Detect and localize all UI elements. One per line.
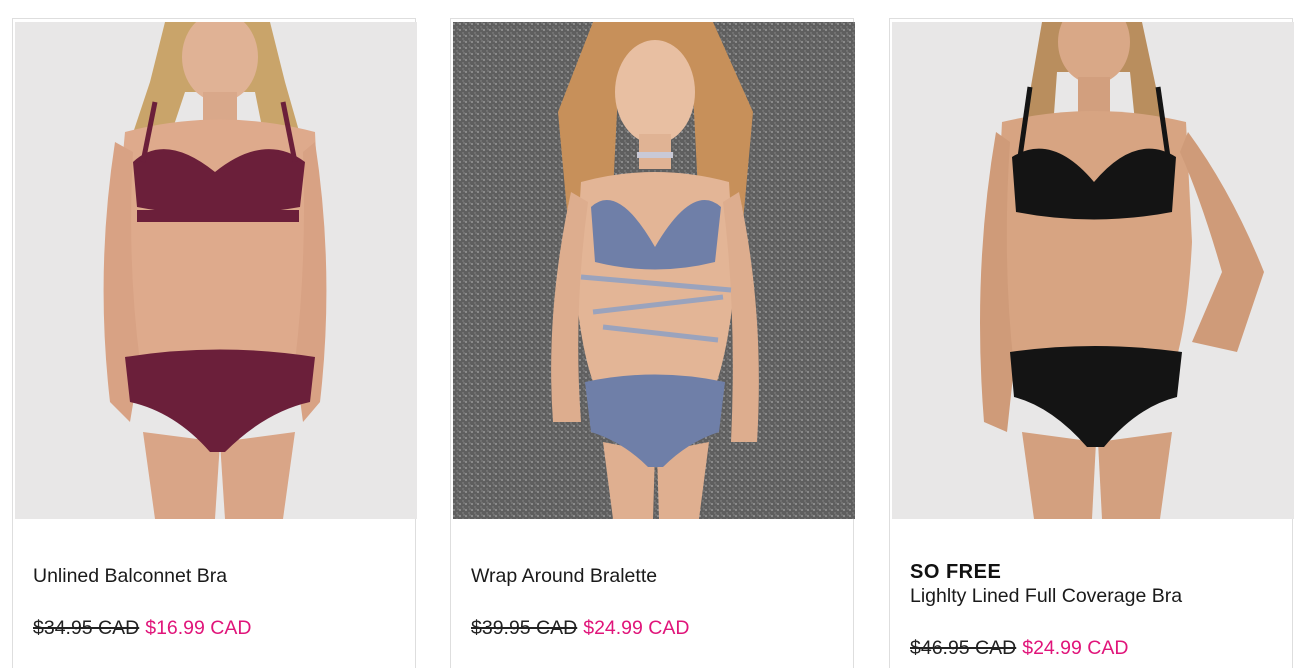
product-name[interactable]: Lighlty Lined Full Coverage Bra bbox=[910, 585, 1182, 608]
product-card[interactable]: SO FREE Lighlty Lined Full Coverage Bra … bbox=[889, 18, 1294, 668]
sale-price: $16.99 CAD bbox=[145, 617, 252, 639]
product-image[interactable] bbox=[453, 22, 855, 519]
price-row: $34.95 CAD $16.99 CAD bbox=[33, 617, 251, 640]
sale-price: $24.99 CAD bbox=[1022, 637, 1129, 659]
product-image[interactable] bbox=[15, 22, 417, 519]
product-brand: SO FREE bbox=[910, 561, 1002, 583]
price-row: $46.95 CAD $24.99 CAD bbox=[910, 637, 1128, 660]
original-price: $39.95 CAD bbox=[471, 617, 578, 639]
sale-price: $24.99 CAD bbox=[583, 617, 690, 639]
product-name[interactable]: Unlined Balconnet Bra bbox=[33, 565, 227, 588]
product-card[interactable]: Wrap Around Bralette $39.95 CAD $24.99 CA… bbox=[450, 18, 855, 668]
product-image[interactable] bbox=[892, 22, 1294, 519]
price-row: $39.95 CAD $24.99 CAD bbox=[471, 617, 689, 640]
original-price: $46.95 CAD bbox=[910, 637, 1017, 659]
product-grid: Unlined Balconnet Bra $34.95 CAD $16.99 C… bbox=[0, 0, 1306, 668]
original-price: $34.95 CAD bbox=[33, 617, 140, 639]
product-name[interactable]: Wrap Around Bralette bbox=[471, 565, 657, 588]
product-card[interactable]: Unlined Balconnet Bra $34.95 CAD $16.99 C… bbox=[12, 18, 417, 668]
